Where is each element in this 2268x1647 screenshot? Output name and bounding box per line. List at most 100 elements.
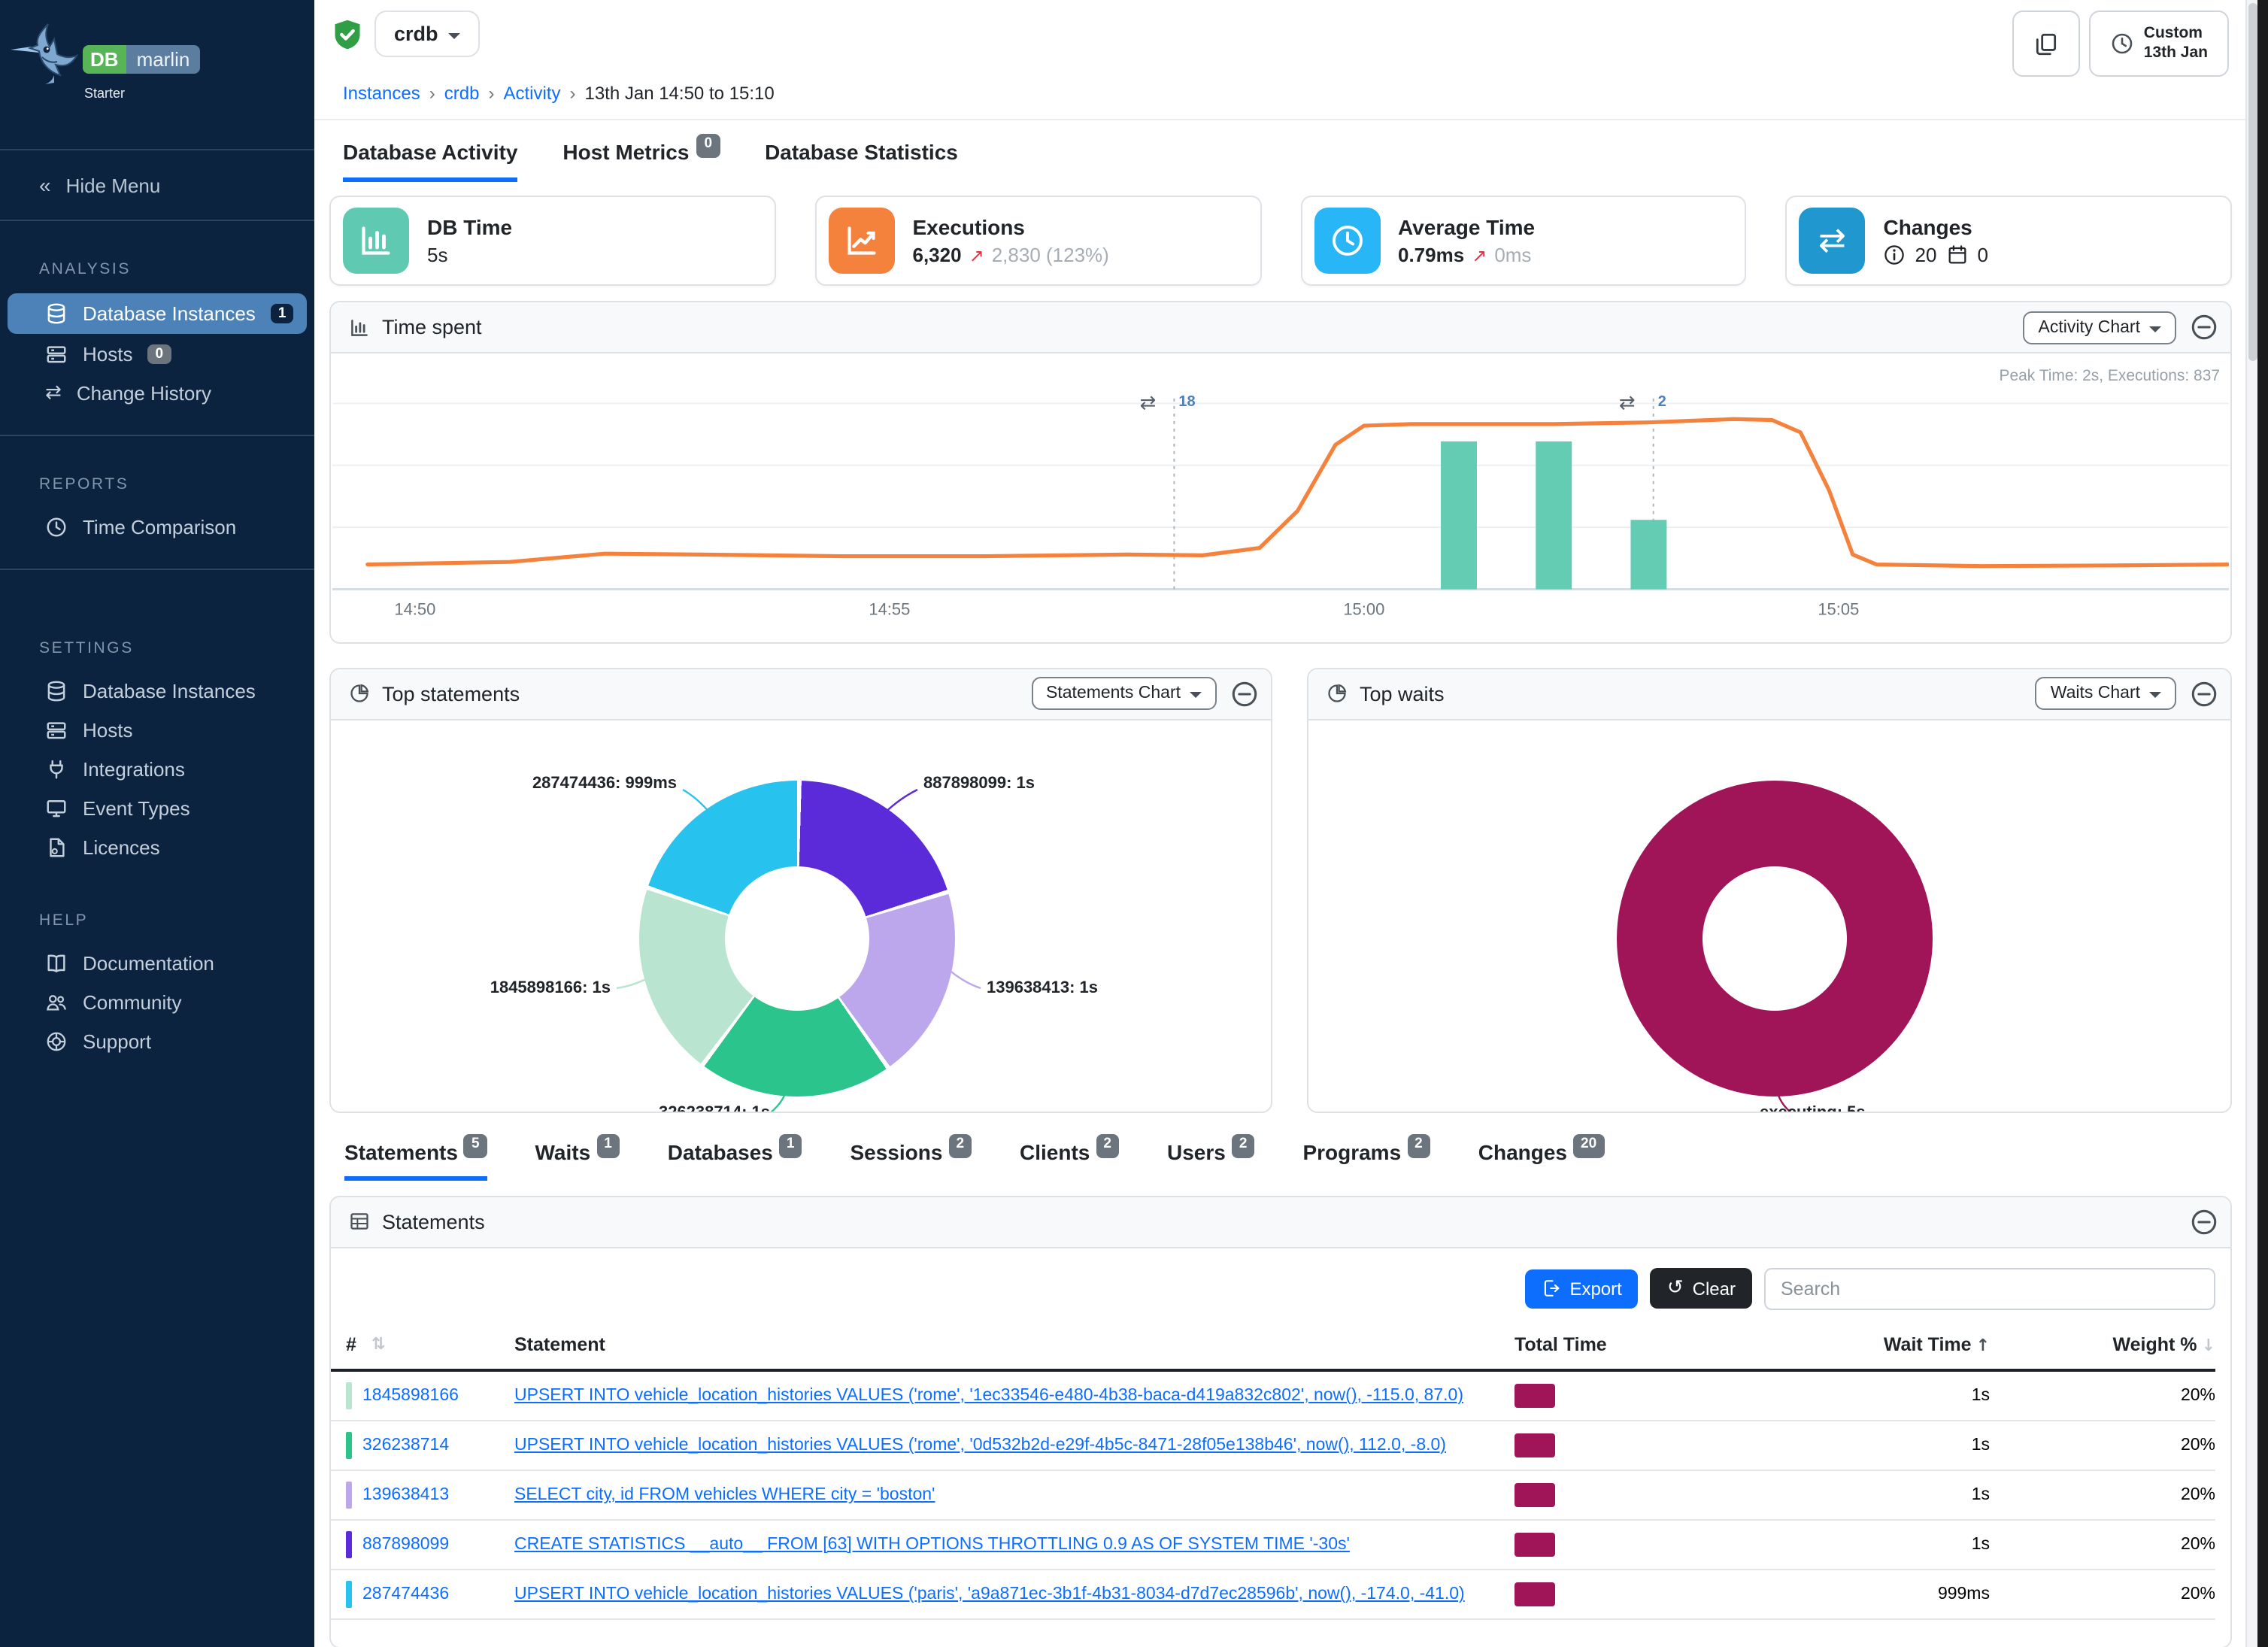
time-range-button[interactable]: Custom 13th Jan	[2090, 11, 2229, 77]
database-icon	[45, 302, 68, 325]
statement-link[interactable]: UPSERT INTO vehicle_location_histories V…	[514, 1387, 1463, 1405]
waits-donut[interactable]	[1617, 781, 1933, 1096]
copy-link-button[interactable]	[2013, 11, 2081, 77]
collapse-panel-icon[interactable]	[1230, 680, 1259, 708]
sort-icon[interactable]: ↓	[2202, 1336, 2215, 1355]
count-badge: 1	[779, 1134, 802, 1158]
chevron-down-icon	[449, 32, 461, 38]
tab-databases[interactable]: Databases1	[668, 1140, 802, 1181]
sidebar-item-settings-database-instances[interactable]: Database Instances	[8, 672, 307, 710]
copy-icon	[2034, 31, 2060, 56]
table-header-row: # ⇅ Statement Total Time Wait Time↑ Weigh…	[331, 1334, 2215, 1372]
hide-menu-button[interactable]: « Hide Menu	[0, 150, 314, 220]
trend-up-icon: ↗	[1472, 245, 1487, 266]
tab-users[interactable]: Users2	[1167, 1140, 1254, 1181]
table-row: 139638413 SELECT city, id FROM vehicles …	[331, 1471, 2215, 1521]
time-spent-chart[interactable]: 14:5014:5515:0015:05⇄18⇄2Peak Time: 2s, …	[332, 360, 2229, 639]
search-input[interactable]	[1764, 1268, 2215, 1310]
sidebar-item-database-instances[interactable]: Database Instances 1	[8, 293, 307, 334]
wait-time-value: 1s	[1659, 1536, 1990, 1554]
tab-statements[interactable]: Statements5	[344, 1140, 487, 1181]
marlin-fish-logo	[9, 18, 81, 87]
statement-link[interactable]: SELECT city, id FROM vehicles WHERE city…	[514, 1486, 935, 1504]
table-toolbar: Export ↺ Clear	[331, 1248, 2230, 1319]
sort-icon[interactable]: ⇅	[371, 1335, 385, 1354]
statement-color-bar	[346, 1531, 352, 1558]
sort-asc-icon[interactable]: ↑	[1976, 1336, 1990, 1355]
svg-text:⇄: ⇄	[1619, 392, 1636, 414]
total-time-bar	[1515, 1533, 1555, 1557]
waits-chart-select[interactable]: Waits Chart	[2036, 678, 2176, 711]
sidebar-item-licences[interactable]: Licences	[8, 829, 307, 866]
tab-clients[interactable]: Clients2	[1020, 1140, 1119, 1181]
sidebar-item-settings-hosts[interactable]: Hosts	[8, 711, 307, 749]
page-header: crdb Custom 13th Jan	[314, 0, 2268, 121]
top-waits-chart[interactable]: executing: 5s	[1308, 720, 2230, 1112]
vertical-scrollbar[interactable]	[2245, 0, 2257, 1647]
statement-link[interactable]: UPSERT INTO vehicle_location_histories V…	[514, 1585, 1465, 1603]
tab-label: Statements	[344, 1140, 458, 1164]
donut-label: 887898099: 1s	[923, 775, 1035, 793]
instance-selector[interactable]: crdb	[374, 11, 481, 57]
tab-sessions[interactable]: Sessions2	[850, 1140, 972, 1181]
tab-database-statistics[interactable]: Database Statistics	[765, 141, 958, 183]
tab-database-activity[interactable]: Database Activity	[343, 141, 517, 183]
collapse-panel-icon[interactable]	[2190, 1208, 2218, 1236]
breadcrumb-separator: ›	[488, 83, 494, 105]
svg-text:15:05: 15:05	[1818, 600, 1859, 619]
top-statements-chart[interactable]: 287474436: 999ms 887898099: 1s 139638413…	[331, 720, 1271, 1112]
sidebar-item-label: Event Types	[83, 797, 190, 820]
statements-chart-select[interactable]: Statements Chart	[1031, 678, 1217, 711]
instance-name: crdb	[394, 23, 438, 45]
sidebar-item-documentation[interactable]: Documentation	[8, 945, 307, 982]
breadcrumb-instances[interactable]: Instances	[343, 83, 420, 105]
statement-color-bar	[346, 1482, 352, 1509]
column-wait-time[interactable]: Wait Time	[1884, 1334, 1972, 1355]
scrollbar-thumb[interactable]	[2248, 3, 2257, 361]
tab-waits[interactable]: Waits1	[535, 1140, 620, 1181]
clear-button[interactable]: ↺ Clear	[1651, 1269, 1752, 1309]
statement-id-link[interactable]: 326238714	[362, 1436, 449, 1454]
table-icon	[349, 1212, 370, 1233]
calendar-icon[interactable]	[1945, 244, 1968, 267]
statement-id-link[interactable]: 887898099	[362, 1536, 449, 1554]
metric-cards: DB Time 5s Executions 6,320 ↗ 2,830 (123…	[329, 196, 2232, 287]
statement-id-link[interactable]: 139638413	[362, 1486, 449, 1504]
breadcrumb-crdb[interactable]: crdb	[444, 83, 480, 105]
statements-donut[interactable]	[639, 781, 955, 1096]
app-logo[interactable]: DBmarlin Starter	[0, 0, 314, 149]
activity-chart-select[interactable]: Activity Chart	[2024, 311, 2177, 344]
count-badge: 2	[1096, 1134, 1119, 1158]
sidebar-item-change-history[interactable]: ⇄ Change History	[8, 375, 307, 412]
collapse-panel-icon[interactable]	[2190, 314, 2218, 342]
breadcrumb: Instances › crdb › Activity › 13th Jan 1…	[314, 77, 2268, 105]
sidebar-item-support[interactable]: Support	[8, 1023, 307, 1060]
collapse-panel-icon[interactable]	[2190, 680, 2218, 708]
donut-label: 139638413: 1s	[987, 979, 1098, 997]
sidebar-item-integrations[interactable]: Integrations	[8, 751, 307, 788]
count-badge: 1	[596, 1134, 620, 1158]
main-tab-bar: Database Activity Host Metrics 0 Databas…	[314, 121, 2268, 183]
statement-link[interactable]: UPSERT INTO vehicle_location_histories V…	[514, 1436, 1446, 1454]
column-id[interactable]: #	[346, 1334, 356, 1355]
info-icon[interactable]	[1884, 244, 1906, 267]
tab-changes[interactable]: Changes20	[1478, 1140, 1604, 1181]
statement-id-link[interactable]: 1845898166	[362, 1387, 459, 1405]
total-time-bar	[1515, 1433, 1555, 1457]
tab-programs[interactable]: Programs2	[1302, 1140, 1430, 1181]
tab-host-metrics[interactable]: Host Metrics 0	[562, 141, 720, 183]
breadcrumb-activity[interactable]: Activity	[503, 83, 560, 105]
statement-link[interactable]: CREATE STATISTICS __auto__ FROM [63] WIT…	[514, 1536, 1350, 1554]
statement-id-link[interactable]: 287474436	[362, 1585, 449, 1603]
panel-title: Top waits	[1360, 683, 1445, 705]
clear-label: Clear	[1693, 1278, 1736, 1300]
card-value: 0.79ms	[1398, 244, 1464, 267]
sidebar-item-hosts[interactable]: Hosts 0	[8, 335, 307, 373]
export-button[interactable]: Export	[1524, 1269, 1638, 1309]
sidebar-item-event-types[interactable]: Event Types	[8, 790, 307, 827]
sidebar-item-time-comparison[interactable]: Time Comparison	[8, 508, 307, 546]
sidebar-item-community[interactable]: Community	[8, 984, 307, 1021]
column-statement[interactable]: Statement	[514, 1334, 605, 1355]
column-total-time[interactable]: Total Time	[1515, 1334, 1607, 1355]
column-weight[interactable]: Weight %	[2113, 1334, 2197, 1355]
